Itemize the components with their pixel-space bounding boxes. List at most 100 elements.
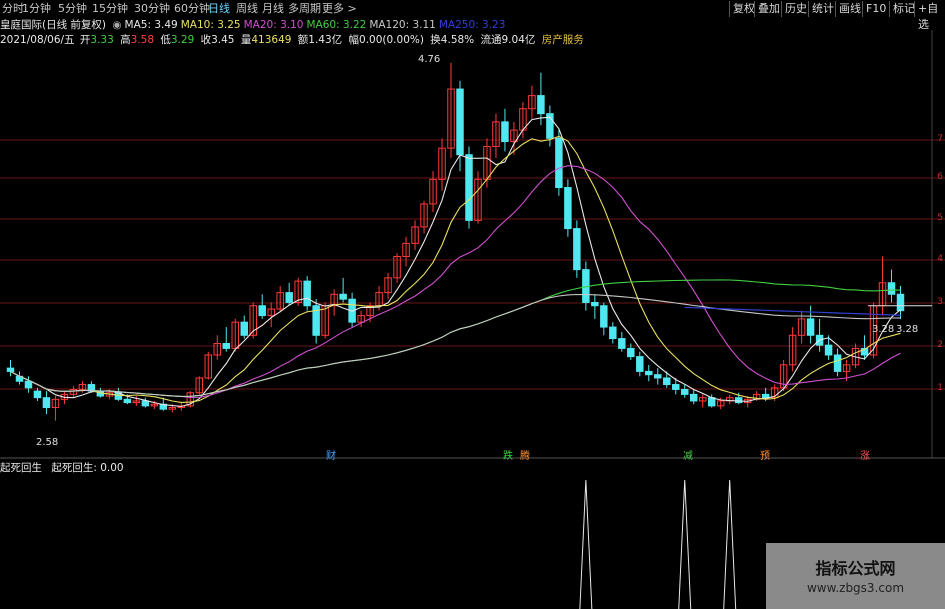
- candle-body: [842, 364, 851, 372]
- volume-label: 量: [240, 34, 252, 46]
- event-marker-2[interactable]: 腾: [520, 447, 530, 462]
- candle-body: [330, 293, 338, 307]
- toolbar-button-3[interactable]: 统计: [808, 1, 837, 17]
- candle-body: [78, 384, 87, 390]
- low-label: 低: [160, 34, 171, 46]
- candle-body: [294, 280, 302, 303]
- candle-body: [213, 343, 222, 356]
- candle-body: [636, 356, 644, 372]
- event-marker-1[interactable]: 跌: [503, 447, 513, 462]
- candle-body: [510, 129, 518, 143]
- candle-body: [663, 377, 671, 386]
- candle-body: [60, 393, 69, 400]
- y-tick-label: 1: [937, 383, 943, 393]
- candle-body: [393, 255, 401, 279]
- ma-legend-0: MA5: 3.49: [124, 19, 178, 31]
- ma-legend-4: MA120: 3.11: [369, 19, 436, 31]
- candle-body: [222, 343, 230, 349]
- candle-body: [672, 384, 680, 390]
- low-value: 3.29: [170, 34, 195, 46]
- candle-body: [654, 374, 662, 379]
- candle-body: [447, 88, 455, 149]
- candle-body: [420, 203, 428, 228]
- period-tab-7[interactable]: 周线: [236, 1, 258, 17]
- candle-body: [474, 178, 482, 221]
- period-tab-0[interactable]: 分时: [2, 1, 24, 17]
- candle-body: [465, 154, 473, 221]
- ma5-line: [10, 116, 901, 408]
- candle-body: [339, 293, 347, 300]
- candle-body: [698, 397, 707, 402]
- candle-body: [312, 305, 320, 336]
- period-tab-9[interactable]: 多周期: [288, 1, 321, 17]
- turnover-value: 4.58%: [440, 34, 475, 46]
- toolbar-button-4[interactable]: 画线: [835, 1, 864, 17]
- period-tab-3[interactable]: 15分钟: [92, 1, 128, 17]
- candle-body: [6, 367, 15, 372]
- candle-body: [69, 388, 78, 395]
- period-tab-4[interactable]: 30分钟: [134, 1, 170, 17]
- y-tick-label: 3: [937, 297, 943, 307]
- y-tick-label: 7: [937, 134, 943, 144]
- candle-body: [402, 242, 410, 257]
- candle-body: [564, 187, 572, 230]
- event-marker-4[interactable]: 预: [760, 447, 770, 462]
- candle-body: [743, 398, 752, 404]
- candle-body: [357, 315, 365, 323]
- candle-body: [276, 292, 284, 310]
- period-tab-2[interactable]: 5分钟: [58, 1, 87, 17]
- last-price-label: 3.28: [896, 324, 919, 335]
- candle-body: [267, 308, 275, 317]
- period-tab-10[interactable]: 更多 >: [322, 1, 357, 17]
- candle-body: [159, 403, 168, 410]
- period-tab-5[interactable]: 60分钟: [174, 1, 210, 17]
- stock-title[interactable]: 皇庭国际(日线 前复权): [0, 19, 106, 31]
- period-tab-8[interactable]: 月线: [262, 1, 284, 17]
- candle-body: [51, 398, 60, 409]
- high-label: 高: [120, 34, 131, 46]
- candle-body: [429, 178, 437, 205]
- event-marker-0[interactable]: 财: [326, 447, 336, 462]
- toolbar-button-5[interactable]: F10: [862, 1, 889, 17]
- y-tick-label: 2: [937, 340, 943, 350]
- event-marker-5[interactable]: 涨: [860, 447, 870, 462]
- period-tab-6[interactable]: 日线: [208, 1, 230, 17]
- indicator-spike: [579, 479, 593, 609]
- candle-body: [258, 305, 266, 317]
- toolbar-button-1[interactable]: 叠加: [754, 1, 783, 17]
- open-value: 3.33: [90, 34, 114, 46]
- candle-body: [618, 338, 626, 349]
- candlestick-chart[interactable]: [0, 0, 945, 609]
- amount-label: 额: [297, 34, 309, 46]
- candle-body: [456, 88, 464, 156]
- candle-body: [797, 318, 806, 336]
- candle-body: [150, 403, 159, 407]
- candle-body: [438, 147, 446, 180]
- candle-body: [375, 292, 383, 307]
- candle-body: [887, 282, 896, 295]
- indicator-name[interactable]: 起死回生: [0, 462, 42, 474]
- candle-body: [806, 318, 815, 336]
- event-marker-3[interactable]: 减: [683, 447, 693, 462]
- watermark-url: www.zbgs3.com: [806, 581, 905, 595]
- candle-body: [240, 321, 248, 336]
- period-tab-1[interactable]: 1分钟: [22, 1, 51, 17]
- candle-body: [24, 380, 33, 389]
- candle-body: [851, 347, 860, 366]
- candle-body: [105, 392, 114, 397]
- candle-body: [177, 405, 186, 409]
- close-value: 3.45: [211, 34, 235, 46]
- candle-body: [600, 305, 608, 328]
- toolbar-button-2[interactable]: 历史: [781, 1, 810, 17]
- float-label: 流通: [480, 34, 502, 46]
- sector-tag[interactable]: 房产服务: [542, 34, 584, 46]
- toolbar-button-7[interactable]: +自选: [914, 1, 945, 31]
- candle-body: [734, 397, 743, 404]
- quote-row: 2021/08/06/五 开3.33 高3.58 低3.29 收3.45 量41…: [0, 33, 587, 47]
- candle-body: [645, 370, 653, 376]
- indicator-value: 起死回生: 0.00: [51, 462, 124, 474]
- indicator-header: 起死回生 起死回生: 0.00: [0, 461, 124, 475]
- settings-icon[interactable]: ◉: [112, 19, 121, 31]
- indicator-spike: [723, 479, 737, 609]
- low-price-label: 2.58: [36, 437, 59, 448]
